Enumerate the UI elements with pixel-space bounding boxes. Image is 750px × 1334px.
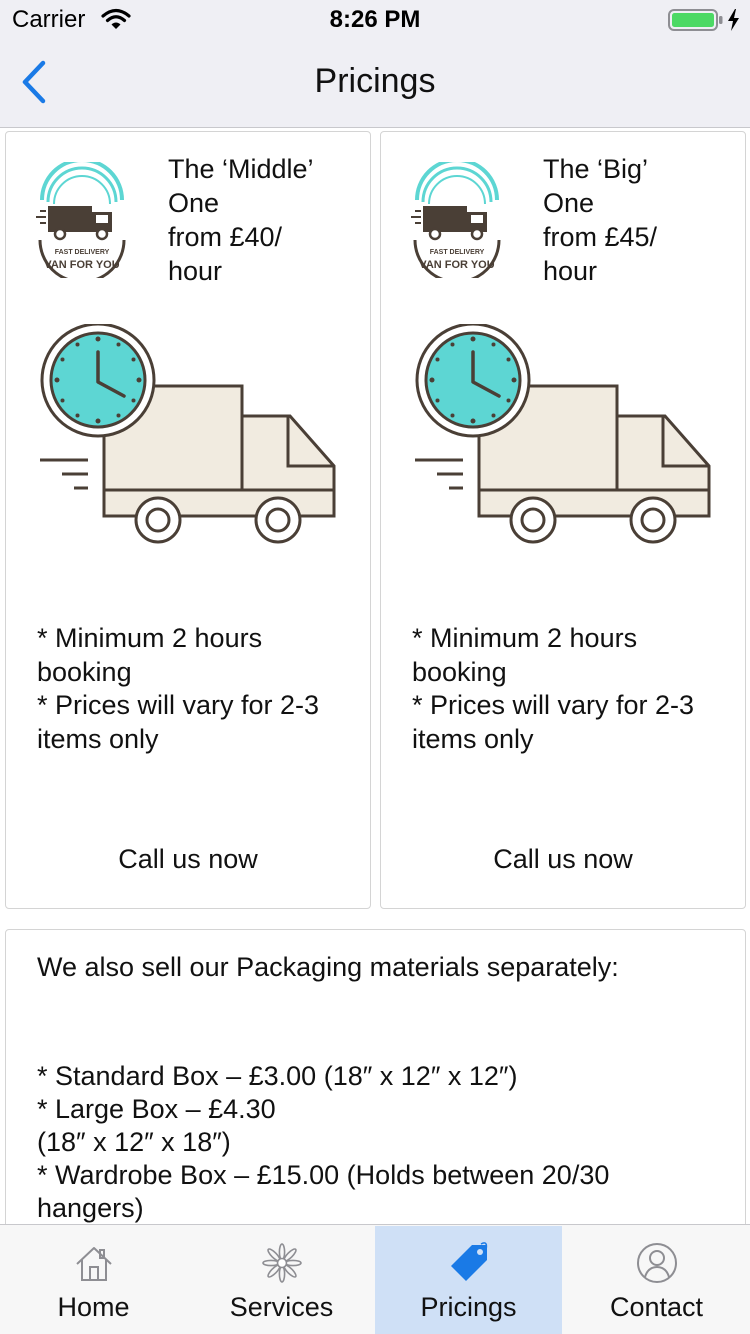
pricing-card-big: FAST DELIVERY VAN FOR YOU The ‘Big’ One … [380,131,746,909]
card-title: The ‘Big’ One from £45/ hour [543,152,733,288]
packaging-heading: We also sell our Packaging materials sep… [37,952,619,982]
card-price: from £40/ [168,222,283,252]
van-clock-illustration [40,324,336,544]
card-notes: * Minimum 2 hours booking * Prices will … [412,623,695,754]
tab-label: Home [57,1292,130,1322]
van-for-you-logo: FAST DELIVERY VAN FOR YOU [411,162,501,278]
logo-tagline: FAST DELIVERY [55,249,110,256]
pricing-card-middle: FAST DELIVERY VAN FOR YOU The ‘Middle’ O… [5,131,371,909]
card-title: The ‘Middle’ One from £40/ hour [168,152,358,288]
card-title-line: One [168,188,220,218]
logo-tagline: FAST DELIVERY [430,249,485,256]
tab-contact[interactable]: Contact [563,1226,750,1334]
price-tag-icon [450,1242,487,1281]
call-us-now-button[interactable]: Call us now [6,844,370,875]
card-title-line: The ‘Middle’ [168,154,314,184]
tab-bar: Home Services Pricings Contact [0,1224,750,1334]
card-title-line: The ‘Big’ [543,154,649,184]
card-price-unit: hour [168,256,223,286]
logo-brand: VAN FOR YOU [44,259,119,271]
tab-home[interactable]: Home [0,1226,187,1334]
navigation-bar: Pricings [0,40,750,128]
packaging-list: * Standard Box – £3.00 (18″ x 12″ x 12″)… [37,1060,717,1224]
tab-pricings[interactable]: Pricings [375,1226,562,1334]
home-icon [75,1247,112,1281]
van-for-you-logo: FAST DELIVERY VAN FOR YOU [36,162,126,278]
clock-time: 8:26 PM [329,6,421,33]
tab-label: Contact [609,1292,704,1322]
van-clock-illustration [415,324,711,544]
tab-label: Services [229,1292,334,1322]
card-notes: * Minimum 2 hours booking * Prices will … [37,623,320,754]
card-price-unit: hour [543,256,598,286]
status-bar: Carrier 8:26 PM [0,0,750,40]
packaging-card: We also sell our Packaging materials sep… [5,929,746,1224]
tab-services[interactable]: Services [188,1226,375,1334]
packaging-item: * Standard Box – £3.00 (18″ x 12″ x 12″) [37,1061,518,1091]
flower-icon [261,1243,302,1283]
logo-brand: VAN FOR YOU [419,259,494,271]
user-icon [636,1243,677,1283]
charging-bolt-icon [728,9,739,31]
packaging-item: * Wardrobe Box – £15.00 (Holds between 2… [37,1160,610,1223]
packaging-item: * Large Box – £4.30 (18″ x 12″ x 18″) [37,1094,276,1157]
page-title: Pricings [314,62,436,100]
card-price: from £45/ [543,222,658,252]
battery-icon [668,9,723,31]
card-title-line: One [543,188,595,218]
call-us-now-button[interactable]: Call us now [381,844,745,875]
pricing-content[interactable]: FAST DELIVERY VAN FOR YOU The ‘Middle’ O… [0,128,750,1224]
tab-label: Pricings [420,1292,517,1322]
